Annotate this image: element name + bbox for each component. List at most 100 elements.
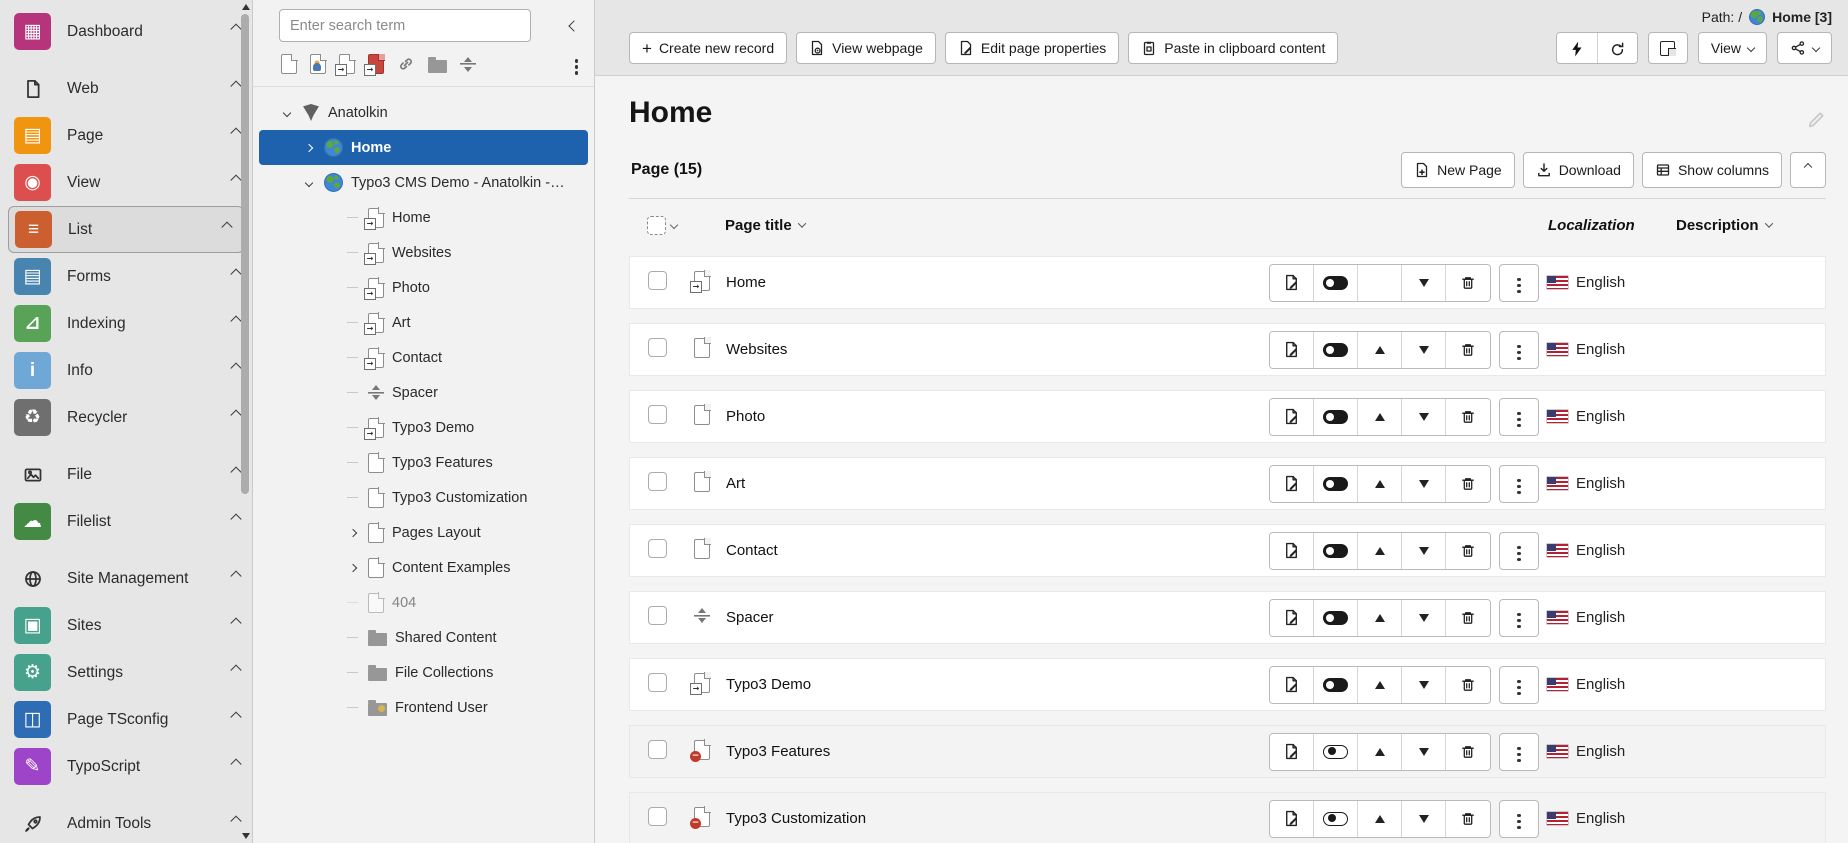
tree-item-frontend-user[interactable]: Frontend User <box>259 690 588 725</box>
tree-item-spacer[interactable]: Spacer <box>259 375 588 410</box>
share-dropdown-button[interactable] <box>1777 32 1832 64</box>
delete-button[interactable] <box>1446 399 1490 435</box>
move-down-button[interactable] <box>1402 600 1446 636</box>
row-checkbox[interactable] <box>648 271 667 290</box>
row-checkbox[interactable] <box>648 338 667 357</box>
edit-record-button[interactable] <box>1270 600 1314 636</box>
collapse-panel-button[interactable] <box>1790 152 1826 188</box>
toggle-visibility-button[interactable] <box>1314 533 1358 569</box>
move-down-button[interactable] <box>1402 533 1446 569</box>
new-page-user-drag-icon[interactable] <box>310 54 326 74</box>
scrollbar-thumb[interactable] <box>241 14 249 494</box>
more-options-button[interactable] <box>1499 599 1539 637</box>
tree-item-shared-content[interactable]: Shared Content <box>259 620 588 655</box>
tree-item-home[interactable]: Home <box>259 130 588 165</box>
tree-expander[interactable] <box>345 462 360 464</box>
paste-clipboard-button[interactable]: Paste in clipboard content <box>1128 32 1338 64</box>
tree-search-input[interactable] <box>279 9 531 42</box>
toggle-visibility-button[interactable] <box>1314 466 1358 502</box>
edit-record-button[interactable] <box>1270 265 1314 301</box>
delete-button[interactable] <box>1446 667 1490 703</box>
module-item-web[interactable]: Web <box>0 65 252 112</box>
tree-item-photo[interactable]: Photo <box>259 270 588 305</box>
edit-page-properties-button[interactable]: Edit page properties <box>945 32 1119 64</box>
tree-expander[interactable] <box>345 287 360 289</box>
tree-expander[interactable] <box>301 145 316 151</box>
module-item-file[interactable]: File <box>0 451 252 498</box>
module-item-filelist[interactable]: ☁ Filelist <box>0 498 252 545</box>
tree-item-typo3-customization[interactable]: Typo3 Customization <box>259 480 588 515</box>
module-item-page-tsconfig[interactable]: ◫ Page TSconfig <box>0 696 252 743</box>
tree-item-anatolkin[interactable]: Anatolkin <box>259 95 588 130</box>
edit-record-button[interactable] <box>1270 399 1314 435</box>
row-page-title[interactable]: Art <box>726 475 1269 492</box>
tree-expander[interactable] <box>345 530 360 536</box>
tree-expander[interactable] <box>345 252 360 254</box>
delete-button[interactable] <box>1446 466 1490 502</box>
tree-item-home[interactable]: Home <box>259 200 588 235</box>
toggle-visibility-button[interactable] <box>1314 734 1358 770</box>
tree-expander[interactable] <box>345 565 360 571</box>
cache-actions-button[interactable] <box>1557 33 1597 64</box>
column-page-title[interactable]: Page title <box>725 217 1270 234</box>
module-item-recycler[interactable]: ♻ Recycler <box>0 394 252 441</box>
select-all-checkbox[interactable] <box>647 216 666 235</box>
more-options-button[interactable] <box>1499 264 1539 302</box>
row-page-title[interactable]: Typo3 Features <box>726 743 1269 760</box>
delete-button[interactable] <box>1446 734 1490 770</box>
view-webpage-button[interactable]: View webpage <box>796 32 936 64</box>
more-options-button[interactable] <box>1499 398 1539 436</box>
delete-button[interactable] <box>1446 801 1490 837</box>
show-columns-button[interactable]: Show columns <box>1642 152 1782 188</box>
tree-item-contact[interactable]: Contact <box>259 340 588 375</box>
toggle-visibility-button[interactable] <box>1314 399 1358 435</box>
tree-expander[interactable] <box>345 427 360 429</box>
row-page-title[interactable]: Typo3 Demo <box>726 676 1269 693</box>
module-item-admin-tools[interactable]: Admin Tools <box>0 800 252 843</box>
row-checkbox[interactable] <box>648 807 667 826</box>
edit-title-pencil-icon[interactable] <box>1806 110 1826 130</box>
row-checkbox[interactable] <box>648 740 667 759</box>
row-page-title[interactable]: Contact <box>726 542 1269 559</box>
move-up-button[interactable] <box>1358 466 1402 502</box>
more-options-button[interactable] <box>1499 733 1539 771</box>
download-button[interactable]: Download <box>1523 152 1634 188</box>
move-down-button[interactable] <box>1402 734 1446 770</box>
more-options-button[interactable] <box>1499 465 1539 503</box>
tree-item-websites[interactable]: Websites <box>259 235 588 270</box>
tree-item-content-examples[interactable]: Content Examples <box>259 550 588 585</box>
link-icon[interactable] <box>397 55 415 73</box>
more-options-button[interactable] <box>1499 331 1539 369</box>
notes-button[interactable] <box>1648 32 1688 64</box>
scroll-down-icon[interactable] <box>242 833 250 839</box>
module-item-info[interactable]: i Info <box>0 347 252 394</box>
new-folder-drag-icon[interactable] <box>428 60 447 73</box>
tree-expander[interactable] <box>345 637 360 639</box>
tree-expander[interactable] <box>345 602 360 604</box>
module-menu-scrollbar[interactable] <box>239 0 251 843</box>
module-item-list[interactable]: ≡ List <box>8 206 244 253</box>
move-down-button[interactable] <box>1402 399 1446 435</box>
tree-item-art[interactable]: Art <box>259 305 588 340</box>
move-up-button[interactable] <box>1358 801 1402 837</box>
move-up-button[interactable] <box>1358 734 1402 770</box>
move-up-button[interactable] <box>1358 399 1402 435</box>
tree-menu-button[interactable] <box>575 57 579 72</box>
tree-expander[interactable] <box>345 322 360 324</box>
new-page-drag-icon[interactable] <box>281 54 297 74</box>
delete-button[interactable] <box>1446 533 1490 569</box>
move-up-button[interactable] <box>1358 265 1402 301</box>
module-item-indexing[interactable]: ⊿ Indexing <box>0 300 252 347</box>
toggle-visibility-button[interactable] <box>1314 801 1358 837</box>
new-page-button[interactable]: New Page <box>1401 152 1515 188</box>
edit-record-button[interactable] <box>1270 734 1314 770</box>
row-page-title[interactable]: Websites <box>726 341 1269 358</box>
more-options-button[interactable] <box>1499 532 1539 570</box>
delete-button[interactable] <box>1446 332 1490 368</box>
row-checkbox[interactable] <box>648 405 667 424</box>
move-down-button[interactable] <box>1402 801 1446 837</box>
delete-button[interactable] <box>1446 265 1490 301</box>
move-up-button[interactable] <box>1358 332 1402 368</box>
tree-expander[interactable] <box>279 110 294 116</box>
scroll-up-icon[interactable] <box>242 4 250 10</box>
